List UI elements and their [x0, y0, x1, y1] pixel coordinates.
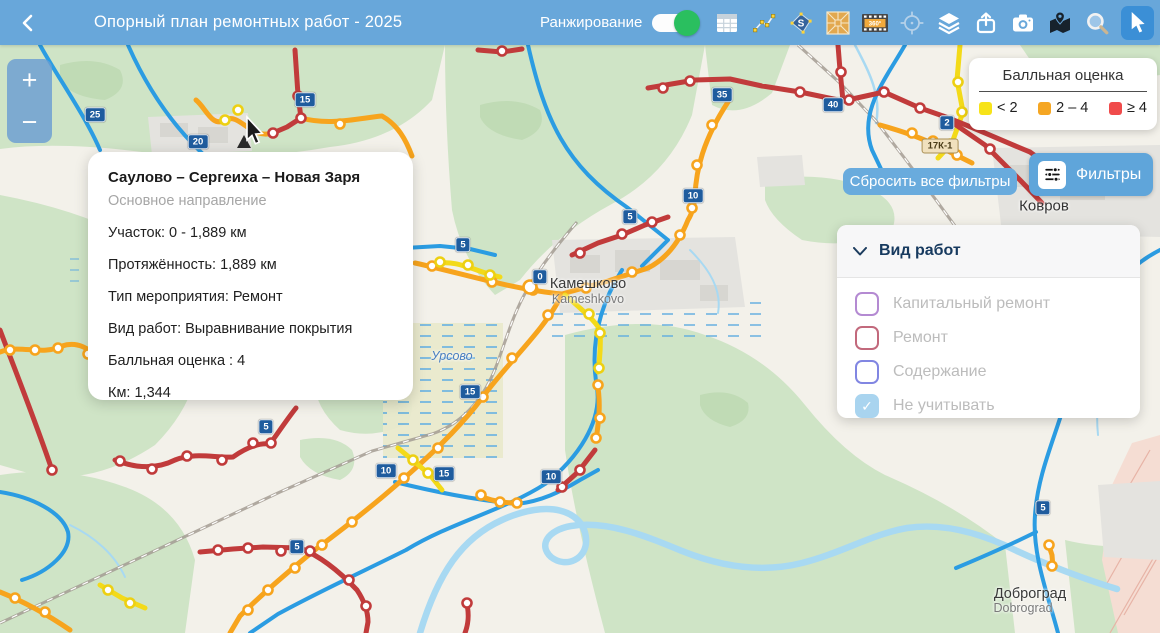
- checkbox-icon[interactable]: ✓: [855, 394, 879, 418]
- score-legend: Балльная оценка < 2 2 – 4 ≥ 4: [969, 58, 1157, 130]
- table-icon[interactable]: [714, 10, 740, 36]
- cursor-tool-icon[interactable]: [1121, 6, 1154, 40]
- legend-item: ≥ 4: [1109, 100, 1147, 116]
- map-pin-icon[interactable]: [1047, 10, 1073, 36]
- page-title: Опорный план ремонтных работ - 2025: [94, 0, 402, 45]
- ranking-toggle[interactable]: [652, 14, 697, 32]
- checkbox-icon[interactable]: ✓: [855, 360, 879, 384]
- ranking-label: Ранжирование: [540, 0, 642, 45]
- legend-item-label: < 2: [997, 100, 1018, 116]
- junction-tile-icon[interactable]: [825, 10, 851, 36]
- filter-option-ignore[interactable]: ✓ Не учитывать: [855, 389, 1140, 423]
- search-icon[interactable]: [1084, 10, 1110, 36]
- sliders-icon: [1038, 161, 1066, 189]
- road-subtitle: Основное направление: [108, 193, 393, 209]
- chevron-down-icon: [853, 247, 867, 256]
- filters-button-label: Фильтры: [1076, 166, 1141, 184]
- measure-polyline-icon[interactable]: [751, 10, 777, 36]
- legend-item-label: 2 – 4: [1056, 100, 1088, 116]
- app-header: Опорный план ремонтных работ - 2025 Ранж…: [0, 0, 1160, 45]
- reset-filters-button[interactable]: Сбросить все фильтры: [843, 168, 1017, 195]
- filter-option-label: Капитальный ремонт: [893, 295, 1050, 313]
- toolbar: S 360°: [714, 0, 1154, 45]
- road-title: Саулово – Сергеиха – Новая Заря: [108, 152, 393, 186]
- filter-option-repair[interactable]: ✓ Ремонт: [855, 321, 1140, 355]
- back-chevron-icon: [24, 16, 31, 30]
- filter-option-label: Ремонт: [893, 329, 948, 347]
- legend-title: Балльная оценка: [969, 67, 1157, 84]
- filter-option-label: Не учитывать: [893, 397, 995, 415]
- zoom-in-button[interactable]: +: [7, 59, 52, 101]
- crosshair-icon[interactable]: [899, 10, 925, 36]
- zoom-control: + −: [7, 59, 52, 143]
- filter-option-label: Содержание: [893, 363, 987, 381]
- svg-text:S: S: [798, 18, 805, 29]
- road-info-row: Участок: 0 - 1,889 км: [108, 225, 393, 241]
- filter-section-title: Вид работ: [879, 242, 961, 260]
- road-info-row: Км: 1,344: [108, 385, 393, 401]
- camera-icon[interactable]: [1010, 10, 1036, 36]
- checkbox-icon[interactable]: ✓: [855, 326, 879, 350]
- legend-item: < 2: [979, 100, 1018, 116]
- zoom-out-button[interactable]: −: [7, 101, 52, 143]
- s-polygon-icon[interactable]: S: [788, 10, 814, 36]
- road-info-row: Балльная оценка : 4: [108, 353, 393, 369]
- filter-option-maintenance[interactable]: ✓ Содержание: [855, 355, 1140, 389]
- back-button[interactable]: [14, 9, 42, 37]
- filter-section-header[interactable]: Вид работ: [837, 225, 1140, 278]
- road-info-card: Саулово – Сергеиха – Новая Заря Основное…: [88, 152, 413, 400]
- filters-button[interactable]: Фильтры: [1029, 153, 1153, 196]
- legend-item-label: ≥ 4: [1127, 100, 1147, 116]
- road-info-row: Протяжённость: 1,889 км: [108, 257, 393, 273]
- filter-panel: Вид работ ✓ Капитальный ремонт ✓ Ремонт …: [837, 225, 1140, 418]
- filter-option-capital-repair[interactable]: ✓ Капитальный ремонт: [855, 287, 1140, 321]
- toggle-knob: [674, 10, 700, 36]
- checkbox-icon[interactable]: ✓: [855, 292, 879, 316]
- legend-swatch-red: [1109, 102, 1122, 115]
- panorama-360-icon[interactable]: 360°: [862, 10, 888, 36]
- legend-swatch-orange: [1038, 102, 1051, 115]
- svg-text:360°: 360°: [869, 21, 882, 27]
- app-window: 17К-1 252015354020510515101510555КовровК…: [0, 0, 1160, 633]
- road-info-row: Вид работ: Выравнивание покрытия: [108, 321, 393, 337]
- legend-swatch-yellow: [979, 102, 992, 115]
- share-icon[interactable]: [973, 10, 999, 36]
- layers-icon[interactable]: [936, 10, 962, 36]
- legend-item: 2 – 4: [1038, 100, 1088, 116]
- road-info-row: Тип мероприятия: Ремонт: [108, 289, 393, 305]
